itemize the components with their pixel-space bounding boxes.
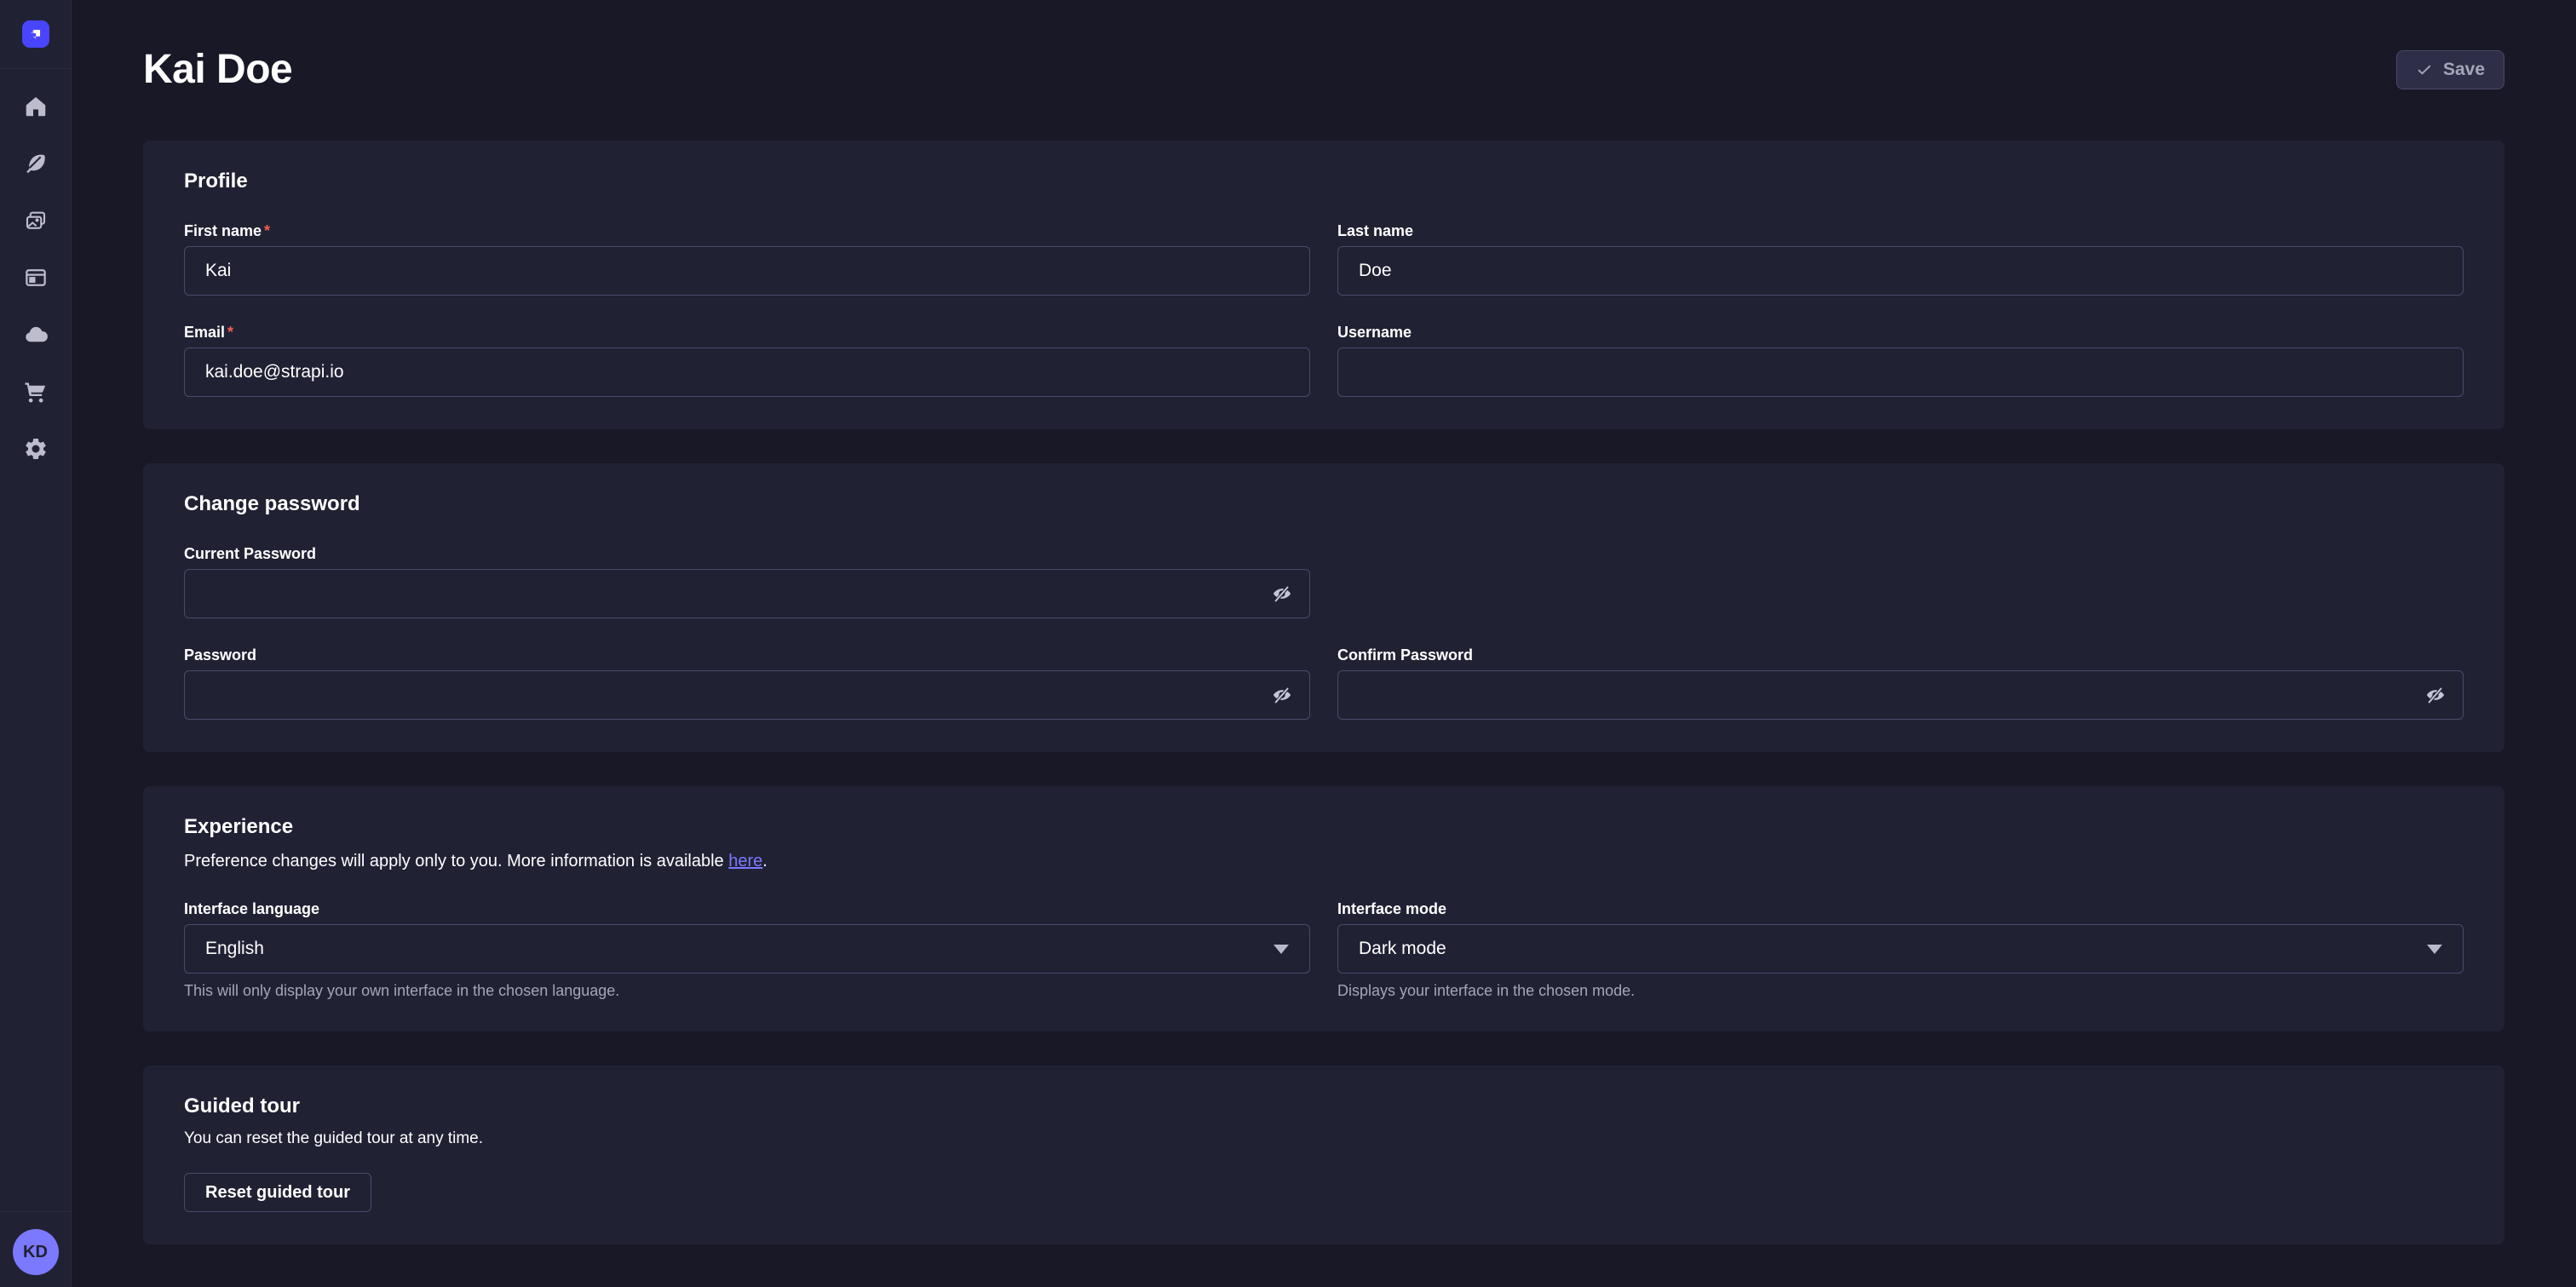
page-header: Kai Doe Save xyxy=(143,0,2504,93)
experience-section: Experience Preference changes will apply… xyxy=(143,786,2504,1031)
interface-language-hint: This will only display your own interfac… xyxy=(184,982,1310,999)
sidebar-item-settings[interactable] xyxy=(22,437,49,464)
home-icon xyxy=(23,94,49,124)
last-name-input[interactable] xyxy=(1337,246,2464,296)
email-label-text: Email xyxy=(184,324,225,341)
new-password-field-group: Password xyxy=(184,646,1310,720)
confirm-password-label: Confirm Password xyxy=(1337,646,2464,664)
cloud-icon xyxy=(23,322,49,352)
toggle-current-password-visibility-button[interactable] xyxy=(1268,579,1297,608)
required-asterisk: * xyxy=(264,222,270,239)
interface-language-field-group: Interface language English This will onl… xyxy=(184,900,1310,999)
interface-language-label: Interface language xyxy=(184,900,1310,917)
profile-section: Profile First name* Last name xyxy=(143,141,2504,429)
content-manager-icon xyxy=(23,151,49,181)
first-name-label: First name* xyxy=(184,222,1310,239)
required-asterisk: * xyxy=(227,324,233,341)
guided-tour-description: You can reset the guided tour at any tim… xyxy=(184,1129,2464,1149)
first-name-label-text: First name xyxy=(184,222,262,239)
experience-fields-grid: Interface language English This will onl… xyxy=(184,900,2464,999)
sidebar-item-home[interactable] xyxy=(22,95,49,122)
username-input[interactable] xyxy=(1337,348,2464,397)
confirm-password-input[interactable] xyxy=(1337,670,2464,720)
interface-mode-hint: Displays your interface in the chosen mo… xyxy=(1337,982,2464,999)
profile-section-title: Profile xyxy=(184,169,2464,193)
eye-off-icon xyxy=(2424,684,2447,706)
eye-off-icon xyxy=(1271,684,1293,706)
confirm-password-label-text: Confirm Password xyxy=(1337,646,1473,664)
save-button-label: Save xyxy=(2443,60,2485,80)
email-field-group: Email* xyxy=(184,324,1310,397)
password-fields-grid: Current Password xyxy=(184,545,2464,720)
main-content: Kai Doe Save Profile First name* xyxy=(72,0,2576,1287)
strapi-logo-link[interactable] xyxy=(0,0,71,69)
email-label: Email* xyxy=(184,324,1310,341)
guided-tour-section: Guided tour You can reset the guided tou… xyxy=(143,1066,2504,1244)
user-avatar[interactable]: KD xyxy=(13,1229,59,1275)
username-label: Username xyxy=(1337,324,2464,341)
interface-language-value: English xyxy=(205,939,264,959)
new-password-input[interactable] xyxy=(184,670,1310,720)
media-library-icon xyxy=(23,208,49,238)
first-name-input[interactable] xyxy=(184,246,1310,296)
interface-mode-label-text: Interface mode xyxy=(1337,900,1446,917)
interface-language-select[interactable]: English xyxy=(184,924,1310,974)
sidebar-item-media-library[interactable] xyxy=(22,209,49,236)
sidebar-nav xyxy=(22,69,49,464)
marketplace-cart-icon xyxy=(23,379,49,409)
last-name-label: Last name xyxy=(1337,222,2464,239)
current-password-label-text: Current Password xyxy=(184,545,316,562)
last-name-label-text: Last name xyxy=(1337,222,1413,239)
sidebar-item-cloud[interactable] xyxy=(22,323,49,350)
interface-mode-value: Dark mode xyxy=(1359,939,1446,959)
save-button[interactable]: Save xyxy=(2396,50,2504,89)
current-password-label: Current Password xyxy=(184,545,1310,562)
page-title: Kai Doe xyxy=(143,46,292,93)
change-password-section-title: Change password xyxy=(184,492,2464,516)
interface-mode-select[interactable]: Dark mode xyxy=(1337,924,2464,974)
guided-tour-section-title: Guided tour xyxy=(184,1095,2464,1118)
chevron-down-icon xyxy=(1274,945,1289,954)
interface-mode-field-group: Interface mode Dark mode Displays your i… xyxy=(1337,900,2464,999)
experience-description: Preference changes will apply only to yo… xyxy=(184,851,2464,871)
profile-fields-grid: First name* Last name Emai xyxy=(184,222,2464,397)
strapi-logo-icon xyxy=(22,20,49,48)
new-password-label: Password xyxy=(184,646,1310,664)
confirm-password-field-group: Confirm Password xyxy=(1337,646,2464,720)
sidebar-footer: KD xyxy=(0,1211,71,1287)
sidebar-item-content-type-builder[interactable] xyxy=(22,266,49,293)
more-information-link[interactable]: here xyxy=(728,852,762,870)
chevron-down-icon xyxy=(2427,945,2442,954)
settings-gear-icon xyxy=(23,436,49,466)
change-password-section: Change password Current Password xyxy=(143,463,2504,752)
sidebar-item-marketplace[interactable] xyxy=(22,380,49,407)
username-field-group: Username xyxy=(1337,324,2464,397)
reset-guided-tour-button[interactable]: Reset guided tour xyxy=(184,1173,371,1212)
app-root: KD Kai Doe Save Profile First name* xyxy=(0,0,2576,1287)
experience-description-text: Preference changes will apply only to yo… xyxy=(184,852,728,870)
interface-language-label-text: Interface language xyxy=(184,900,319,917)
experience-section-title: Experience xyxy=(184,815,2464,839)
current-password-field-group: Current Password xyxy=(184,545,1310,618)
toggle-confirm-password-visibility-button[interactable] xyxy=(2421,681,2450,710)
eye-off-icon xyxy=(1271,583,1293,605)
interface-mode-label: Interface mode xyxy=(1337,900,2464,917)
last-name-field-group: Last name xyxy=(1337,222,2464,296)
experience-description-period: . xyxy=(762,852,768,870)
first-name-field-group: First name* xyxy=(184,222,1310,296)
username-label-text: Username xyxy=(1337,324,1412,341)
check-icon xyxy=(2416,61,2433,78)
sidebar: KD xyxy=(0,0,72,1287)
toggle-new-password-visibility-button[interactable] xyxy=(1268,681,1297,710)
content-type-builder-icon xyxy=(23,265,49,295)
new-password-label-text: Password xyxy=(184,646,256,664)
sidebar-item-content-manager[interactable] xyxy=(22,152,49,179)
email-input[interactable] xyxy=(184,348,1310,397)
current-password-input[interactable] xyxy=(184,569,1310,618)
